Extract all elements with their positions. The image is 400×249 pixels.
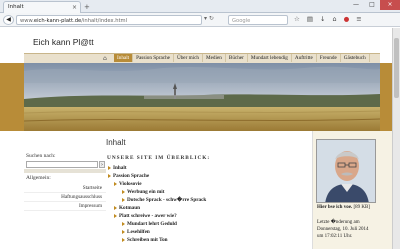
arrow-icon (122, 189, 125, 194)
home-icon[interactable]: ⌂ (103, 55, 107, 62)
arrow-icon (108, 165, 111, 170)
close-tab-icon[interactable]: × (72, 4, 77, 11)
menu-item-mundart-lebendig[interactable]: Mundart lebendig (248, 54, 292, 62)
overview-heading: UNSERE SITE IM ÜBERBLICK: (107, 155, 211, 161)
site-search-input[interactable] (26, 161, 98, 168)
toolbar-icons: ☆ ▤ ↓ ⌂ ● ≡ (294, 15, 362, 23)
search-icon: › (101, 162, 103, 168)
last-update-info: Letzte �nderung am Donnerstag, 10. Juli … (317, 220, 369, 239)
window-controls: — □ × (348, 0, 400, 10)
vertical-scrollbar[interactable] (392, 28, 400, 249)
sidebar-section-title: Allgemein: (26, 175, 51, 181)
toc-item[interactable]: Violosovie (106, 180, 206, 188)
arrow-icon (114, 213, 117, 218)
url-path: /inhalt/index.html (81, 18, 128, 24)
url-prefix: www. (20, 18, 34, 24)
toc-item[interactable]: Passion Sprache (106, 172, 206, 180)
toc-item[interactable]: Werbung ein mit (106, 188, 206, 196)
menu-item-auftritte[interactable]: Auftritte (292, 54, 317, 62)
search-label: Suchen nach: (26, 153, 56, 159)
author-photo[interactable] (316, 139, 376, 203)
back-arrow-icon: ◀ (6, 16, 11, 23)
close-window-button[interactable]: × (380, 0, 400, 10)
header-landscape-image (24, 63, 380, 131)
photo-caption: Hier bse ich voe. [89 KB] (317, 205, 370, 210)
arrow-icon (122, 197, 125, 202)
main-content: Inhalt UNSERE SITE IM ÜBERBLICK: Inhalt … (106, 131, 310, 249)
home-icon[interactable]: ⌂ (332, 15, 336, 23)
arrow-icon (114, 205, 117, 210)
search-input[interactable]: Google (228, 15, 288, 25)
right-margin (380, 131, 392, 249)
menu-item-ueber-mich[interactable]: Über mich (174, 54, 204, 62)
sidebar-link-haftungsausschluss[interactable]: Haftungsausschluss (24, 193, 106, 202)
sidebar-divider (24, 169, 106, 173)
browser-tab[interactable]: Inhalt × (3, 1, 81, 13)
tab-bar: Inhalt × + — □ × (0, 0, 400, 13)
page-heading: Inhalt (106, 138, 126, 147)
menu-item-buecher[interactable]: Bücher (226, 54, 248, 62)
maximize-button[interactable]: □ (364, 0, 380, 10)
minimize-button[interactable]: — (348, 0, 364, 10)
url-host: eich-kann-platt.de (33, 18, 82, 24)
toc-item[interactable]: Lesehilfen (106, 228, 206, 236)
back-button[interactable]: ◀ (3, 15, 14, 25)
toc-item[interactable]: Schreiben mit Ton (106, 236, 206, 244)
menu-item-passion-sprache[interactable]: Passion Sprache (133, 54, 174, 62)
decorative-strip-left (0, 63, 24, 131)
address-bar[interactable]: www.eich-kann-platt.de/inhalt/index.html (16, 15, 202, 25)
menu-icon[interactable]: ≡ (356, 15, 361, 23)
adblock-icon[interactable]: ● (344, 15, 350, 23)
toc-item[interactable]: Platt schreiwe - awer wie? (106, 212, 206, 220)
arrow-icon (122, 229, 125, 234)
arrow-icon (114, 181, 117, 186)
scrollbar-thumb[interactable] (394, 38, 399, 98)
toc-item[interactable]: Mundart lehrt Geduld (106, 220, 206, 228)
site-overview-list: Inhalt Passion Sprache Violosovie Werbun… (106, 164, 206, 244)
arrow-icon (122, 237, 125, 242)
sidebar-link-startseite[interactable]: Startseite (24, 184, 106, 193)
reload-icon[interactable]: ▾ ↻ (204, 15, 214, 22)
web-page: Eich kann Pl@tt ⌂ Inhalt Passion Sprache… (0, 28, 392, 249)
menu-item-inhalt[interactable]: Inhalt (114, 54, 134, 62)
toc-item[interactable]: Kotmaun (106, 204, 206, 212)
site-search-button[interactable]: › (99, 161, 105, 168)
menu-item-gaestebuch[interactable]: Gästebuch (341, 54, 370, 62)
arrow-icon (108, 173, 111, 178)
download-icon[interactable]: ↓ (320, 15, 325, 23)
tab-title: Inhalt (8, 4, 24, 10)
arrow-icon (122, 221, 125, 226)
navigation-bar: ◀ www.eich-kann-platt.de/inhalt/index.ht… (0, 13, 400, 27)
sidebar: Suchen nach: › Allgemein: Startseite Haf… (24, 131, 106, 249)
toc-item[interactable]: Dotsche Sprack - schw�rre Sprack (106, 196, 206, 204)
site-title: Eich kann Pl@tt (33, 37, 94, 47)
author-panel: Hier bse ich voe. [89 KB] Letzte �nderun… (312, 131, 380, 249)
star-icon[interactable]: ☆ (294, 15, 300, 23)
new-tab-button[interactable]: + (84, 3, 90, 11)
clipboard-icon[interactable]: ▤ (307, 15, 313, 23)
sidebar-link-impressum[interactable]: Impressum (24, 202, 106, 211)
main-menu: Inhalt Passion Sprache Über mich Medien … (114, 54, 370, 62)
sidebar-links: Startseite Haftungsausschluss Impressum (24, 184, 106, 211)
menu-item-freunde[interactable]: Freunde (317, 54, 341, 62)
decorative-strip-right (380, 63, 392, 131)
toc-item[interactable]: Inhalt (106, 164, 206, 172)
menu-item-medien[interactable]: Medien (203, 54, 226, 62)
search-placeholder: Google (232, 18, 251, 24)
